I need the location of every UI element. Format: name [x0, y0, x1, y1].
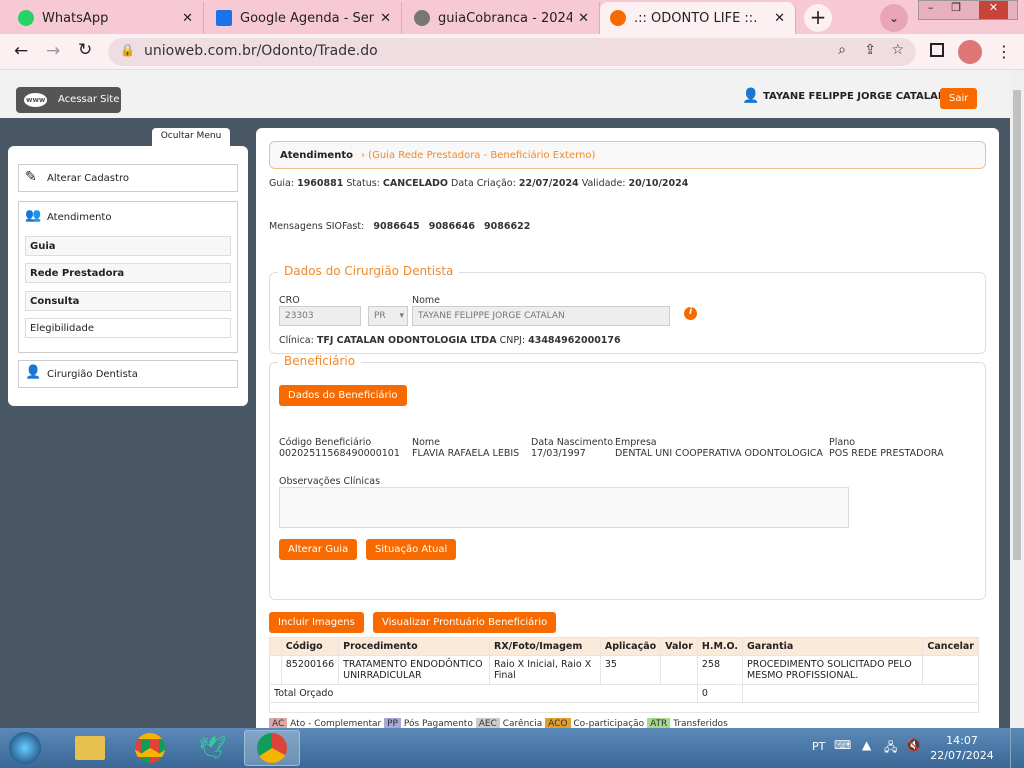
odonto-icon [610, 10, 626, 26]
clock[interactable]: 14:07 22/07/2024 [930, 733, 994, 763]
sidebar-item-rede-prestadora[interactable]: Rede Prestadora [25, 263, 231, 283]
browser-tab-bar: WhatsApp✕ Google Agenda - Seman✕ guiaCob… [0, 0, 1024, 34]
start-button[interactable] [0, 730, 50, 766]
breadcrumb-current: (Guia Rede Prestadora - Beneficiário Ext… [368, 150, 596, 161]
reload-icon[interactable]: ↻ [78, 40, 92, 60]
close-icon[interactable]: ✕ [774, 11, 785, 26]
site-header: www Acessar Site 👤 TAYANE FELIPPE JORGE C… [0, 70, 1010, 118]
close-icon[interactable]: ✕ [578, 11, 589, 26]
cancel-cell[interactable] [922, 655, 979, 685]
volume-muted-icon[interactable]: 🔇 [906, 738, 921, 752]
whatsapp-icon [18, 10, 34, 26]
sidebar-item-atendimento[interactable]: Atendimento [47, 212, 111, 223]
network-icon[interactable]: 🖧 [884, 738, 897, 759]
windows-icon [9, 732, 41, 764]
tab-guia-cobranca[interactable]: guiaCobranca - 2024-07-✕ [404, 2, 600, 34]
sidebar-item-alterar-cadastro[interactable]: ✎ Alterar Cadastro [18, 164, 238, 192]
close-window-icon[interactable]: ✕ [978, 1, 1009, 19]
table-header: Código Procedimento RX/Foto/Imagem Aplicaçã… [269, 637, 979, 656]
user-name: TAYANE FELIPPE JORGE CATALAN [763, 91, 947, 102]
share-icon[interactable]: ⇪ [864, 42, 876, 58]
app-taskbar-button[interactable]: 🕊 [184, 730, 240, 766]
address-bar: ← → ↻ 🔒 unioweb.com.br/Odonto/Trade.do ⌕ … [0, 34, 1024, 70]
tab-google-agenda[interactable]: Google Agenda - Seman✕ [206, 2, 402, 34]
incluir-imagens-button[interactable]: Incluir Imagens [269, 612, 364, 633]
procedures-table: Código Procedimento RX/Foto/Imagem Aplicaçã… [269, 637, 979, 713]
chrome-icon [135, 733, 165, 763]
tab-whatsapp[interactable]: WhatsApp ✕ [8, 2, 204, 34]
tab-search-button[interactable]: ⌄ [880, 4, 908, 32]
logout-button[interactable]: Sair [940, 88, 978, 109]
keyboard-icon[interactable]: ⌨ [834, 738, 851, 752]
dentist-icon: 👤 [25, 365, 42, 380]
attendance-icon: 👥 [25, 208, 42, 223]
menu-kebab-icon[interactable]: ⋮ [996, 42, 1012, 61]
calendar-icon [216, 10, 232, 26]
chrome-taskbar-button[interactable] [122, 730, 178, 766]
tab-odonto-life[interactable]: .:: ODONTO LIFE ::. ✕ [600, 2, 796, 34]
visualizar-prontuario-button[interactable]: Visualizar Prontuário Beneficiário [373, 612, 557, 633]
dentista-fieldset: Dados do Cirurgião Dentista CRO 23303 PR… [269, 264, 986, 354]
guia-info: Guia: 1960881 Status: CANCELADO Data Cri… [269, 178, 689, 189]
scrollbar-thumb[interactable] [1013, 90, 1021, 560]
forward-icon[interactable]: → [46, 41, 60, 61]
acessar-site-button[interactable]: www Acessar Site [16, 87, 121, 113]
observacoes-textarea[interactable] [279, 487, 849, 528]
zoom-icon[interactable]: ⌕ [838, 42, 846, 58]
breadcrumb-root[interactable]: Atendimento [280, 150, 353, 161]
beneficiario-fieldset: Beneficiário Dados do Beneficiário Códig… [269, 354, 986, 600]
sidepanel-icon[interactable] [930, 43, 944, 57]
sidebar-group-atendimento: 👥 Atendimento Guia Rede Prestadora Consu… [18, 201, 238, 353]
minimize-icon[interactable]: – [928, 1, 934, 19]
taskbar: 🕊 PT ⌨ ▲ 🖧 🔇 14:07 22/07/2024 [0, 728, 1024, 768]
siofast-messages: Mensagens SIOFast: 9086645 9086646 90866… [269, 221, 531, 232]
situacao-atual-button[interactable]: Situação Atual [366, 539, 457, 560]
chrome-icon [257, 733, 287, 763]
folder-icon [75, 736, 105, 760]
language-indicator[interactable]: PT [812, 740, 825, 753]
breadcrumb: Atendimento › (Guia Rede Prestadora - Ben… [269, 141, 986, 169]
info-icon[interactable]: i [684, 307, 697, 320]
main-content: Atendimento › (Guia Rede Prestadora - Ben… [256, 128, 999, 730]
sidebar-item-guia[interactable]: Guia [25, 236, 231, 256]
status-badge: CANCELADO [382, 178, 449, 189]
user-icon: 👤 [742, 88, 760, 104]
url-input[interactable]: 🔒 unioweb.com.br/Odonto/Trade.do ⌕ ⇪ ☆ [108, 38, 916, 66]
sidebar: ✎ Alterar Cadastro 👥 Atendimento Guia Red… [8, 146, 248, 406]
scrollbar[interactable] [1010, 70, 1024, 728]
chrome-profile-taskbar-button[interactable] [244, 730, 300, 766]
sidebar-item-elegibilidade[interactable]: Elegibilidade [25, 318, 231, 338]
dados-beneficiario-button[interactable]: Dados do Beneficiário [279, 385, 407, 406]
cro-field[interactable]: 23303 [279, 306, 361, 326]
close-icon[interactable]: ✕ [380, 11, 391, 26]
profile-avatar[interactable] [958, 40, 982, 64]
sidebar-item-consulta[interactable]: Consulta [25, 291, 231, 311]
lock-icon: 🔒 [120, 43, 135, 57]
new-tab-button[interactable]: + [804, 4, 832, 32]
explorer-taskbar-button[interactable] [62, 730, 118, 766]
uf-select[interactable]: PR ▾ [368, 306, 408, 326]
table-row: 85200166 TRATAMENTO ENDODÔNTICO UNIRRADIC… [269, 655, 979, 685]
maximize-icon[interactable]: ❐ [951, 1, 961, 19]
www-icon: www [24, 93, 48, 107]
show-hidden-icons[interactable]: ▲ [862, 738, 871, 752]
back-icon[interactable]: ← [14, 41, 28, 61]
globe-icon [414, 10, 430, 26]
hide-menu-button[interactable]: Ocultar Menu [152, 128, 230, 146]
dentist-name-field[interactable]: TAYANE FELIPPE JORGE CATALAN [412, 306, 670, 326]
edit-icon: ✎ [25, 169, 37, 185]
total-row: Total Orçado 0 [269, 684, 979, 703]
alterar-guia-button[interactable]: Alterar Guia [279, 539, 358, 560]
window-controls[interactable]: – ❐ ✕ [918, 0, 1018, 20]
chevron-down-icon: ▾ [399, 311, 404, 321]
close-icon[interactable]: ✕ [182, 11, 193, 26]
bookmark-star-icon[interactable]: ☆ [891, 42, 904, 58]
sidebar-item-cirurgiao-dentista[interactable]: 👤 Cirurgião Dentista [18, 360, 238, 388]
show-desktop-button[interactable] [1010, 728, 1024, 768]
bird-icon: 🕊 [198, 735, 226, 761]
